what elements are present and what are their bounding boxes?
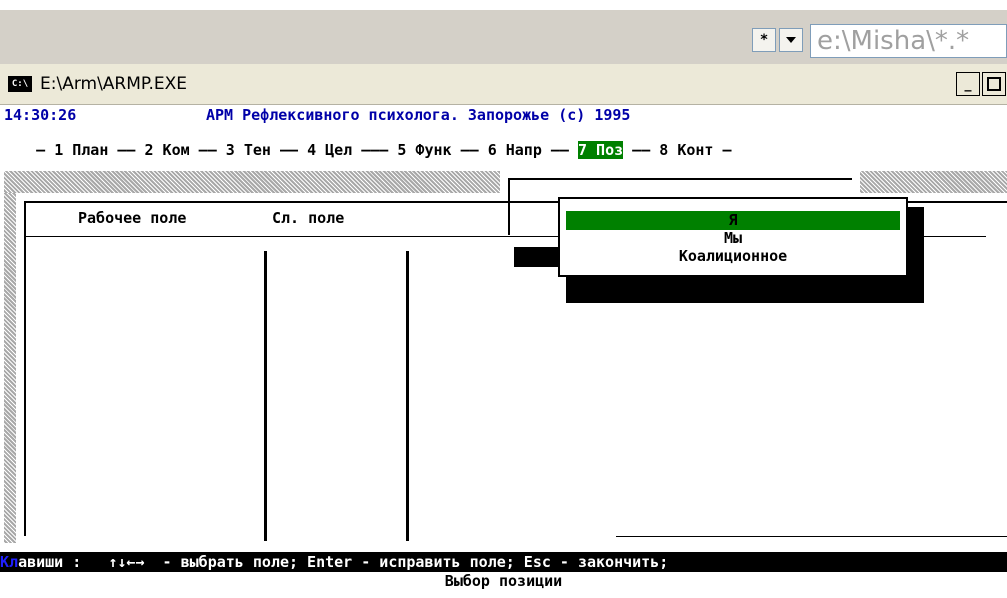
- toolbar-top-strip: [0, 0, 1007, 10]
- position-selection-popup: Я Мы Коалиционное: [558, 197, 908, 277]
- menu-item-poz[interactable]: 7 Поз: [578, 141, 624, 159]
- popup-shadow-bottom: [566, 277, 924, 303]
- popup-option-coalition[interactable]: Коалиционное: [566, 247, 900, 266]
- status-prefix: Кл: [0, 553, 19, 571]
- header-aux-field: Сл. поле: [272, 209, 345, 227]
- popup-shadow-left: [514, 247, 558, 267]
- window-title: E:\Arm\ARMP.EXE: [40, 74, 188, 94]
- column-divider-2: [406, 251, 409, 541]
- maximize-button[interactable]: [982, 72, 1006, 96]
- panel-bottom-line: [616, 536, 1007, 537]
- menu-item-kont[interactable]: 8 Конт: [659, 141, 713, 159]
- frame-top-line: [508, 178, 852, 180]
- chevron-down-icon[interactable]: [779, 28, 803, 52]
- status-hints: авиши : ↑↓←→ - выбрать поле; Enter - исп…: [18, 553, 669, 571]
- dither-band-side: [4, 193, 16, 543]
- menu-item-tsel[interactable]: 4 Цел: [307, 141, 352, 159]
- app-title: АРМ Рефлексивного психолога. Запорожье (…: [206, 106, 631, 124]
- console-area[interactable]: 14:30:26 АРМ Рефлексивного психолога. За…: [0, 105, 1007, 598]
- main-menu: — 1 План —— 2 Ком —— 3 Тен —— 4 Цел ——— …: [36, 141, 732, 159]
- popup-option-my[interactable]: Мы: [566, 229, 900, 248]
- dither-band-right: [860, 171, 1007, 193]
- footer-prompt: Выбор позиции: [0, 572, 1007, 598]
- dither-band-left: [4, 171, 500, 193]
- menu-item-kom[interactable]: 2 Ком: [145, 141, 190, 159]
- menu-item-funk[interactable]: 5 Функ: [397, 141, 451, 159]
- column-divider-1: [264, 251, 267, 541]
- menu-item-ten[interactable]: 3 Тен: [226, 141, 271, 159]
- key-hints-bar: Клавиши : ↑↓←→ - выбрать поле; Enter - и…: [0, 552, 1007, 572]
- header-working-field: Рабочее поле: [78, 209, 187, 227]
- explorer-toolbar: * e:\Misha\*.*: [0, 0, 1007, 64]
- star-filter-button[interactable]: *: [752, 28, 776, 52]
- console-app-icon: C:\: [8, 76, 32, 92]
- minimize-button[interactable]: _: [956, 72, 980, 96]
- menu-item-plan[interactable]: 1 План: [54, 141, 108, 159]
- popup-option-ya[interactable]: Я: [566, 211, 900, 230]
- address-field[interactable]: e:\Misha\*.*: [810, 24, 1007, 58]
- menu-item-napr[interactable]: 6 Напр: [488, 141, 542, 159]
- window-titlebar[interactable]: C:\ E:\Arm\ARMP.EXE _: [0, 64, 1007, 105]
- clock-text: 14:30:26: [4, 106, 77, 124]
